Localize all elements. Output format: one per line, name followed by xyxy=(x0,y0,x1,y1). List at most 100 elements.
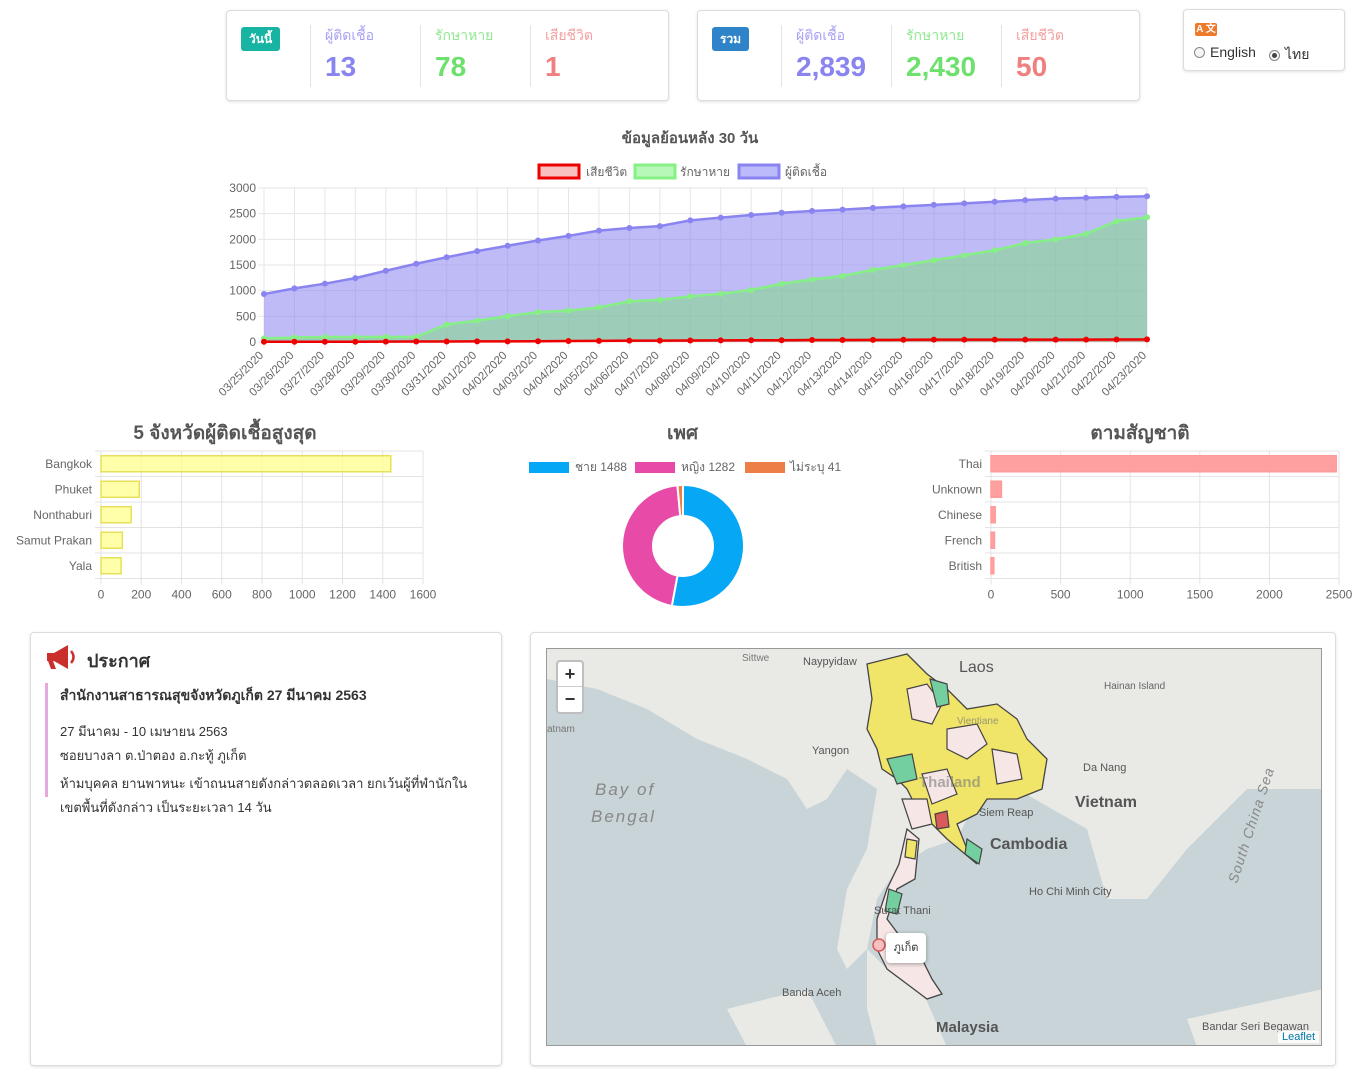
history-point-1 xyxy=(1144,214,1150,221)
provinces-category-label: Nonthaburi xyxy=(33,508,92,522)
announcement-location: ซอยบางลา ต.ป่าตอง อ.กะทู้ ภูเก็ต xyxy=(60,748,247,763)
total-recovered: รักษาหาย 2,430 xyxy=(891,25,1001,87)
history-point-0 xyxy=(382,267,389,274)
history-y-tick: 0 xyxy=(249,335,256,349)
history-point-2 xyxy=(961,336,968,343)
history-point-0 xyxy=(321,280,328,287)
nationality-bar xyxy=(990,455,1337,473)
history-point-0 xyxy=(535,237,542,244)
map-attribution-link[interactable]: Leaflet xyxy=(1277,1031,1319,1043)
language-thai-radio[interactable]: ไทย xyxy=(1269,44,1309,66)
history-point-1 xyxy=(565,307,572,314)
nationality-bar xyxy=(990,506,996,524)
map-label-surat-thani: Surat Thani xyxy=(874,905,931,917)
history-point-0 xyxy=(626,225,633,232)
map-label-danang: Da Nang xyxy=(1083,762,1126,774)
legend-unspecified-label: ไม่ระบุ 41 xyxy=(789,460,841,475)
nationality-bar xyxy=(990,480,1003,498)
legend-deaths-swatch xyxy=(537,163,581,180)
provinces-category-label: Phuket xyxy=(55,482,93,496)
total-badge: รวม xyxy=(712,27,750,51)
nationality-bar-chart: 0 500 1000 1500 2000 2500 Thai Unknown Chinese Fr… xyxy=(932,450,1353,602)
history-point-2 xyxy=(930,336,937,343)
today-recovered-value: 78 xyxy=(435,51,467,82)
history-point-2 xyxy=(1052,336,1059,343)
history-point-0 xyxy=(778,209,785,216)
history-point-0 xyxy=(413,260,420,267)
radio-english-dot[interactable] xyxy=(1194,46,1205,58)
translate-icon: A 文 xyxy=(1195,23,1217,36)
legend-deaths-label: เสียชีวิต xyxy=(586,165,627,179)
legend-female-label: หญิง 1282 xyxy=(681,460,735,474)
language-english-radio[interactable]: English xyxy=(1194,44,1256,60)
history-point-2 xyxy=(535,338,542,345)
history-point-0 xyxy=(1144,193,1150,200)
announcement-panel: ประกาศ สำนักงานสาธารณสุขจังหวัดภูเก็ต 27… xyxy=(30,632,502,1066)
map-label-natnam: atnam xyxy=(547,724,575,735)
history-point-1 xyxy=(1083,230,1090,237)
language-english-label: English xyxy=(1210,44,1256,60)
gender-legend: ชาย 1488 หญิง 1282 ไม่ระบุ 41 xyxy=(529,460,841,475)
history-point-2 xyxy=(504,338,511,345)
history-point-0 xyxy=(687,217,694,224)
history-point-0 xyxy=(839,206,846,213)
history-point-1 xyxy=(474,317,481,324)
history-point-1 xyxy=(1113,218,1120,225)
history-point-1 xyxy=(809,276,816,283)
provinces-x-tick: 1000 xyxy=(289,588,316,602)
today-infected-value: 13 xyxy=(325,51,357,82)
map-label-sittwe: Sittwe xyxy=(742,653,770,664)
history-point-0 xyxy=(352,275,359,282)
history-point-0 xyxy=(504,242,511,249)
nationality-bar xyxy=(990,531,996,549)
history-point-2 xyxy=(656,337,663,344)
gender-chart-title: เพศ xyxy=(666,423,699,444)
history-y-axis: 0 500 1000 1500 2000 2500 3000 xyxy=(229,181,256,349)
history-point-2 xyxy=(1083,336,1090,343)
legend-female-swatch xyxy=(635,462,675,473)
map-zoom-out-button[interactable]: − xyxy=(558,687,582,712)
announcement-item: สำนักงานสาธารณสุขจังหวัดภูเก็ต 27 มีนาคม… xyxy=(45,683,485,815)
map-panel: Laos Vietnam Cambodia Malaysia Bay of Be… xyxy=(530,632,1336,1066)
map-popup-phuket[interactable]: ภูเก็ต xyxy=(886,933,926,963)
nationality-x-tick: 0 xyxy=(988,588,995,602)
history-point-2 xyxy=(809,337,816,344)
history-point-2 xyxy=(352,338,359,345)
megaphone-icon xyxy=(47,645,75,669)
history-point-2 xyxy=(321,338,328,345)
today-deaths-value: 1 xyxy=(545,51,561,82)
history-point-1 xyxy=(778,280,785,287)
history-point-1 xyxy=(1052,236,1059,243)
history-point-2 xyxy=(869,336,876,343)
total-stats-card: รวม ผู้ติดเชื้อ 2,839 รักษาหาย 2,430 เสี… xyxy=(697,10,1140,101)
map-zoom-in-button[interactable]: + xyxy=(558,662,582,687)
history-point-2 xyxy=(382,338,389,345)
history-point-2 xyxy=(261,338,267,345)
map-label-thailand: Thailand xyxy=(919,774,981,791)
announcement-body-line1: ห้ามบุคคล ยานพาหนะ เข้าถนนสายดังกล่าวตลอ… xyxy=(60,776,468,791)
language-thai-label: ไทย xyxy=(1285,46,1310,62)
provinces-bar xyxy=(100,531,124,549)
legend-male-label: ชาย 1488 xyxy=(575,460,627,474)
history-area-chart: เสียชีวิต รักษาหาย ผู้ติดเชื้อ 0 500 1000 1… xyxy=(217,163,1150,399)
map-canvas[interactable]: Laos Vietnam Cambodia Malaysia Bay of Be… xyxy=(546,648,1322,1046)
history-point-1 xyxy=(839,272,846,279)
history-point-2 xyxy=(748,337,755,344)
history-y-tick: 2500 xyxy=(229,207,256,221)
language-selector: A 文 English ไทย xyxy=(1183,9,1345,71)
history-y-tick: 1500 xyxy=(229,258,256,272)
provinces-bar-chart: 0 200 400 600 800 1000 1200 1400 1600 Bangkok Phuk… xyxy=(16,450,437,602)
history-y-tick: 500 xyxy=(236,309,256,323)
history-point-0 xyxy=(656,223,663,230)
radio-thai-dot[interactable] xyxy=(1269,49,1280,61)
map-label-malaysia: Malaysia xyxy=(936,1019,999,1036)
legend-male-swatch xyxy=(529,462,569,473)
history-point-1 xyxy=(656,296,663,303)
history-point-0 xyxy=(1113,193,1120,200)
map-label-bay: Bay of xyxy=(595,780,655,799)
nationality-category-label: Chinese xyxy=(938,508,982,522)
map-marker-phuket[interactable] xyxy=(872,938,886,952)
provinces-x-tick: 1600 xyxy=(410,588,437,602)
history-point-2 xyxy=(1113,336,1120,343)
history-point-2 xyxy=(1022,336,1029,343)
